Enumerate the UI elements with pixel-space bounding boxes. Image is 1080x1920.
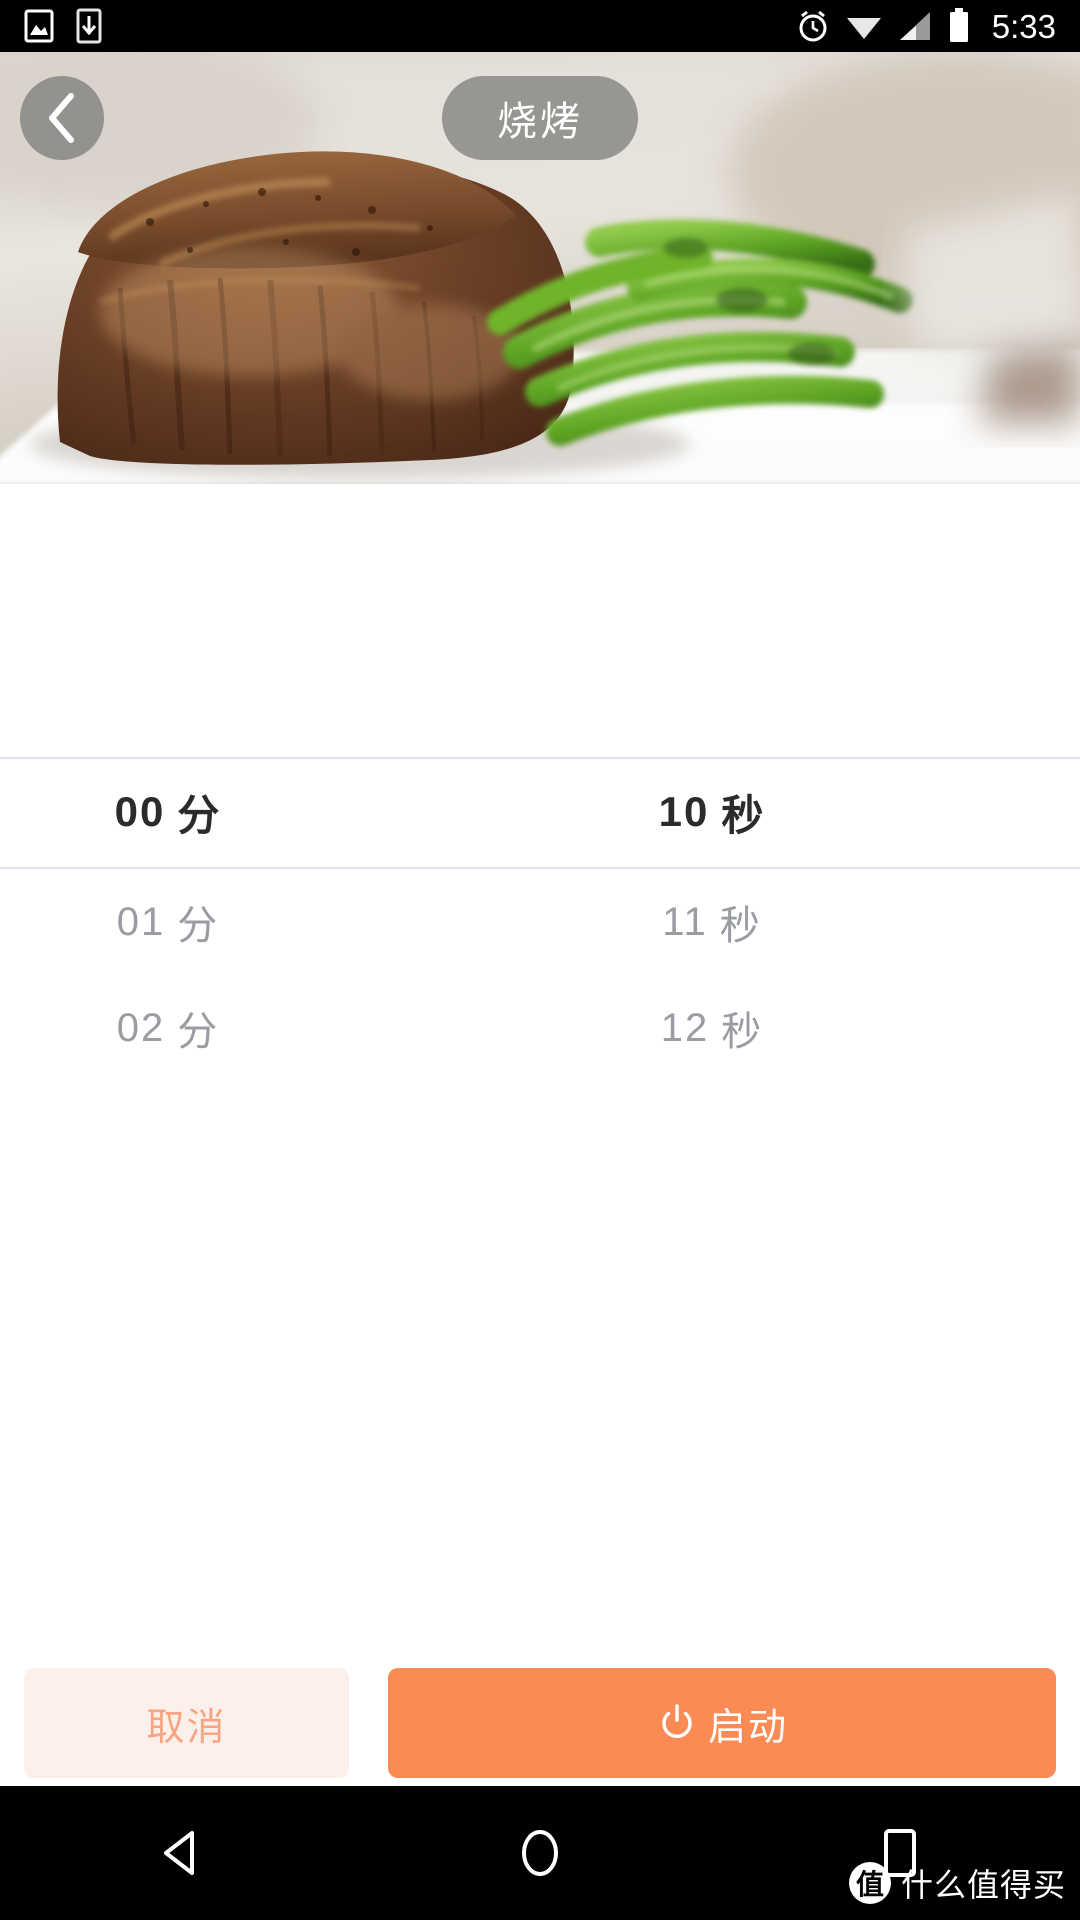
picker-unit: 分 bbox=[177, 904, 220, 948]
picker-item-minutes[interactable]: 01 分 bbox=[0, 869, 438, 975]
download-icon bbox=[76, 8, 102, 44]
picker-unit: 秒 bbox=[719, 904, 762, 948]
status-bar: 5:33 bbox=[0, 0, 1080, 52]
triangle-back-icon bbox=[164, 1831, 194, 1875]
status-bar-left-icons bbox=[24, 8, 102, 44]
picker-value: 00 bbox=[114, 788, 166, 835]
wifi-icon bbox=[846, 18, 881, 39]
picker-item-minutes-selected[interactable]: 00 分 bbox=[0, 759, 438, 865]
phone-screen: 5:33 烧烤 00 分 01 分 02 分 10 秒 11 秒 12 秒 取消… bbox=[0, 0, 1080, 1920]
power-icon bbox=[662, 1704, 692, 1739]
nav-back-button[interactable] bbox=[120, 1786, 240, 1920]
picker-unit: 分 bbox=[177, 1010, 220, 1054]
picker-column-seconds[interactable]: 10 秒 11 秒 12 秒 bbox=[540, 484, 1080, 1630]
picker-value: 12 bbox=[660, 1005, 710, 1050]
picker-unit: 秒 bbox=[721, 791, 766, 839]
watermark: 值 什么值得买 bbox=[848, 1860, 1066, 1906]
picker-unit: 分 bbox=[177, 791, 222, 839]
picker-value: 10 bbox=[658, 788, 710, 835]
android-nav-bar: 值 什么值得买 bbox=[0, 1786, 1080, 1920]
alarm-icon bbox=[799, 10, 827, 42]
picker-value: 01 bbox=[116, 899, 166, 944]
battery-icon bbox=[949, 8, 968, 42]
watermark-badge: 值 bbox=[848, 1862, 891, 1904]
picker-value: 02 bbox=[116, 1005, 166, 1050]
picker-item-seconds[interactable]: 11 秒 bbox=[442, 869, 982, 975]
screenshot-icon bbox=[24, 9, 54, 43]
duration-picker[interactable]: 00 分 01 分 02 分 10 秒 11 秒 12 秒 bbox=[0, 484, 1080, 1630]
start-button[interactable]: 启动 bbox=[388, 1668, 1056, 1778]
action-bar: 取消 启动 bbox=[0, 1660, 1080, 1786]
hero-photo: 烧烤 bbox=[0, 52, 1080, 484]
page-title: 烧烤 bbox=[442, 76, 638, 160]
start-button-label: 启动 bbox=[707, 1706, 788, 1749]
picker-unit: 秒 bbox=[721, 1010, 764, 1054]
picker-item-minutes[interactable]: 02 分 bbox=[0, 975, 438, 1081]
circle-home-icon bbox=[522, 1830, 558, 1876]
status-bar-clock: 5:33 bbox=[991, 7, 1056, 45]
watermark-text: 什么值得买 bbox=[900, 1867, 1066, 1903]
status-bar-right-icons: 5:33 bbox=[796, 8, 1056, 44]
chevron-left-icon bbox=[49, 93, 74, 143]
signal-icon bbox=[899, 12, 930, 40]
picker-value: 11 bbox=[662, 899, 708, 944]
cancel-button[interactable]: 取消 bbox=[24, 1668, 349, 1778]
picker-item-seconds[interactable]: 12 秒 bbox=[442, 975, 982, 1081]
back-button[interactable] bbox=[20, 76, 104, 160]
picker-item-seconds-selected[interactable]: 10 秒 bbox=[442, 759, 982, 865]
nav-home-button[interactable] bbox=[480, 1786, 600, 1920]
